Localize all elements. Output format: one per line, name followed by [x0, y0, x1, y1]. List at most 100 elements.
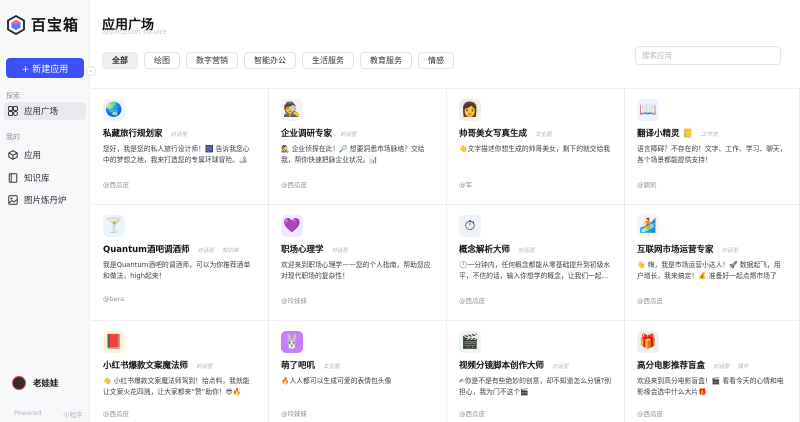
- app-card[interactable]: 💜 职场心理学 对话型欢迎来到职场心理学——您的个人指南，帮助您应对现代职场的复杂性…: [269, 205, 447, 321]
- card-type-tag: 知识库: [222, 248, 239, 254]
- card-author: @西瓜皮: [103, 181, 129, 189]
- card-description: 👋 嗨，我是市场运营小达人！🚀 数据起飞，用户增长，我来搞定！💰 准备好一起点燃…: [637, 261, 781, 280]
- app-name: 百宝箱: [31, 16, 80, 34]
- card-title: 企业调研专家: [281, 129, 333, 139]
- globe-icon: 🌏: [103, 99, 125, 121]
- card-header: Quantum酒吧调酒师 对话型 知识库: [103, 243, 256, 255]
- tab-life-services[interactable]: 生活服务: [302, 52, 354, 69]
- search-input[interactable]: [635, 46, 781, 65]
- card-author: @西瓜皮: [459, 297, 485, 305]
- card-title: 私藏旅行规划家: [103, 129, 163, 139]
- card-title: 高分电影推荐盲盒: [637, 361, 706, 371]
- card-header: 私藏旅行规划家 对话型: [103, 127, 256, 139]
- app-card[interactable]: ⏱ 概念解析大师 对话型 🕛一分钟内，任何概念都能从零基础提升到初级水平，不信的话，输…: [447, 205, 625, 321]
- card-type-tag: 文生图: [535, 132, 552, 138]
- card-header: 小红书爆款文案魔法师 对话型: [103, 359, 256, 371]
- user-name: 老娃娃: [33, 379, 59, 389]
- card-header: 职场心理学 对话型: [281, 243, 434, 255]
- sidebar-item-knowledge-base[interactable]: 知识库: [4, 169, 86, 187]
- card-type-tag: 对话型: [197, 248, 215, 254]
- sidebar-item-app-square[interactable]: 应用广场: [4, 102, 86, 120]
- mini-program-link[interactable]: 小程序: [63, 409, 83, 419]
- tab-all[interactable]: 全部: [102, 52, 138, 69]
- gift-icon: 🎁: [637, 331, 659, 353]
- heart-icon: 💜: [281, 215, 303, 237]
- new-app-button[interactable]: + 新建应用: [6, 58, 84, 78]
- sidebar-item-label: 知识库: [24, 174, 50, 184]
- app-card[interactable]: 🍸 Quantum酒吧调酒师 对话型 知识库 我是Quantum酒吧的调酒师，可以为你推…: [91, 205, 269, 321]
- tab-smart-office[interactable]: 智能办公: [244, 52, 296, 69]
- app-card[interactable]: 🌏 私藏旅行规划家 对话型 您好，我是您的私人旅行设计师！🎆 告诉我您心中的梦想之地，…: [91, 89, 269, 205]
- app-logo[interactable]: 百宝箱: [6, 14, 79, 35]
- card-author: @西瓜皮: [637, 410, 663, 418]
- app-card[interactable]: 🐰 萌了吧叽 文生图 🔥人人都可以生成可爱的表情包头像 @玲妹妹: [269, 321, 447, 422]
- sidebar-item-label: 应用: [24, 151, 42, 161]
- sidebar-item-image-furnace[interactable]: 图片炼丹炉: [4, 191, 86, 209]
- card-type-tag: 对话型: [340, 132, 357, 138]
- app-card[interactable]: 📕 小红书爆款文案魔法师 对话型 👋 小红书爆款文案魔法师驾到！给点料，我就能让文案火…: [91, 321, 269, 422]
- app-card[interactable]: 🏄 互联网市场运营专家 对话型 👋 嗨，我是市场运营小达人！🚀 数据起飞，用户增长，我…: [625, 205, 800, 321]
- card-title: 概念解析大师: [459, 245, 511, 255]
- surfer-icon: 🏄: [637, 215, 659, 237]
- sidebar-item-apps[interactable]: 应用: [4, 146, 86, 164]
- card-header: 帅哥美女写真生成 文生图: [459, 127, 612, 139]
- card-title: 帅哥美女写真生成: [459, 129, 528, 139]
- section-explore-label: 探索: [6, 92, 20, 100]
- card-title: 萌了吧叽: [281, 361, 316, 371]
- card-header: 视频分镜脚本创作大师 对话型: [459, 359, 612, 371]
- stopwatch-icon: ⏱: [459, 215, 481, 237]
- card-title: Quantum酒吧调酒师: [103, 245, 190, 255]
- portrait-icon: 👩: [459, 99, 481, 121]
- tab-education[interactable]: 教育服务: [360, 52, 412, 69]
- card-type-tag: 对话型: [518, 248, 535, 254]
- card-description: 欢迎来到高分电影盲盒！🎬 看看今天的心情和电影缘会选中什么大片🎁: [637, 377, 784, 396]
- user-profile[interactable]: 老娃娃: [12, 376, 59, 390]
- sidebar-item-label: 应用广场: [24, 107, 59, 117]
- app-card[interactable]: 👩 帅哥美女写真生成 文生图 👋文字描述你想生成的帅哥美女，剩下的就交给我 @军: [447, 89, 625, 205]
- card-type-tag: 对话型: [721, 248, 739, 254]
- card-description: 语言障碍？不存在的！文字、工作、学习、聊天，各个场景都能提供支持！: [637, 145, 787, 164]
- card-type-tag: 工作流: [701, 132, 718, 138]
- book-spell-icon: 📕: [103, 331, 125, 353]
- app-card[interactable]: 📖 翻译小精灵 📒 工作流 语言障碍？不存在的！文字、工作、学习、聊天，各个场景都能提…: [625, 89, 800, 205]
- card-title: 互联网市场运营专家: [637, 245, 714, 255]
- card-author: @西瓜皮: [637, 297, 663, 305]
- category-tabs: 全部 绘图 数字营销 智能办公 生活服务 教育服务 情感: [102, 52, 454, 69]
- card-type-tag: 对话型: [331, 248, 349, 254]
- card-header: 企业调研专家 对话型: [281, 127, 434, 139]
- card-description: 🕛一分钟内，任何概念都能从零基础提升到初级水平，不信的话，输入你想学的概念，让我…: [459, 261, 611, 280]
- card-author: @西瓜皮: [281, 181, 307, 189]
- tab-emotion[interactable]: 情感: [418, 52, 454, 69]
- sidebar-item-label: 图片炼丹炉: [24, 196, 67, 206]
- tab-drawing[interactable]: 绘图: [144, 52, 180, 69]
- film-icon: 🎬: [459, 331, 481, 353]
- main-content: 应用广场 application square 全部 绘图 数字营销 智能办公 …: [91, 0, 800, 422]
- card-description: 👋文字描述你想生成的帅哥美女，剩下的就交给我: [459, 145, 611, 153]
- sidebar: 百宝箱 + 新建应用 探索 应用广场 我的 应用 知识库 图片炼丹炉 老娃娃 P…: [0, 0, 90, 422]
- card-author: @玲妹妹: [281, 410, 307, 418]
- card-author: @玲妹妹: [281, 297, 307, 305]
- card-type-tag: 对话型: [196, 364, 213, 370]
- card-header: 翻译小精灵 📒 工作流: [637, 127, 787, 139]
- avatar: [12, 376, 26, 390]
- card-description: ✍你是不是有些绝妙的创意，却不知道怎么分镜?别担心，我为门不这个🎬: [459, 377, 612, 396]
- card-description: 我是Quantum酒吧的调酒师，可以为你推荐酒单和做法，high起来！: [103, 261, 251, 280]
- app-card[interactable]: 🎬 视频分镜脚本创作大师 对话型 ✍你是不是有些绝妙的创意，却不知道怎么分镜?别担心，…: [447, 321, 625, 422]
- app-card[interactable]: 🎁 高分电影推荐盲盒 对话型 插件欢迎来到高分电影盲盒！🎬 看看今天的心情和电影缘会选…: [625, 321, 800, 422]
- card-type-tag: 对话型: [713, 364, 730, 370]
- card-description: 欢迎来到职场心理学——您的个人指南，帮助您应对现代职场的复杂性！: [281, 261, 431, 280]
- card-title: 视频分镜脚本创作大师: [459, 361, 545, 371]
- card-type-tag: 插件: [737, 364, 749, 370]
- app-card-grid: 🌏 私藏旅行规划家 对话型 您好，我是您的私人旅行设计师！🎆 告诉我您心中的梦想之地，…: [91, 88, 800, 422]
- card-description: 🕵 企业侦探在此！🔎 想要洞悉市场脉络？交给我，帮你快速把脉企业状况。📊: [281, 145, 425, 164]
- card-author: @bera: [103, 295, 125, 303]
- card-title: 翻译小精灵 📒: [637, 129, 694, 139]
- app-card[interactable]: 🕵 企业调研专家 对话型 🕵 企业侦探在此！🔎 想要洞悉市场脉络？交给我，帮你快速把脉…: [269, 89, 447, 205]
- grid-icon: [8, 106, 18, 116]
- card-header: 高分电影推荐盲盒 对话型 插件: [637, 359, 787, 371]
- card-header: 萌了吧叽 文生图: [281, 359, 434, 371]
- tab-digital-marketing[interactable]: 数字营销: [186, 52, 238, 69]
- cute-face-icon: 🐰: [281, 331, 303, 353]
- card-author: @军: [459, 181, 472, 189]
- powered-label: Powered: [14, 409, 42, 417]
